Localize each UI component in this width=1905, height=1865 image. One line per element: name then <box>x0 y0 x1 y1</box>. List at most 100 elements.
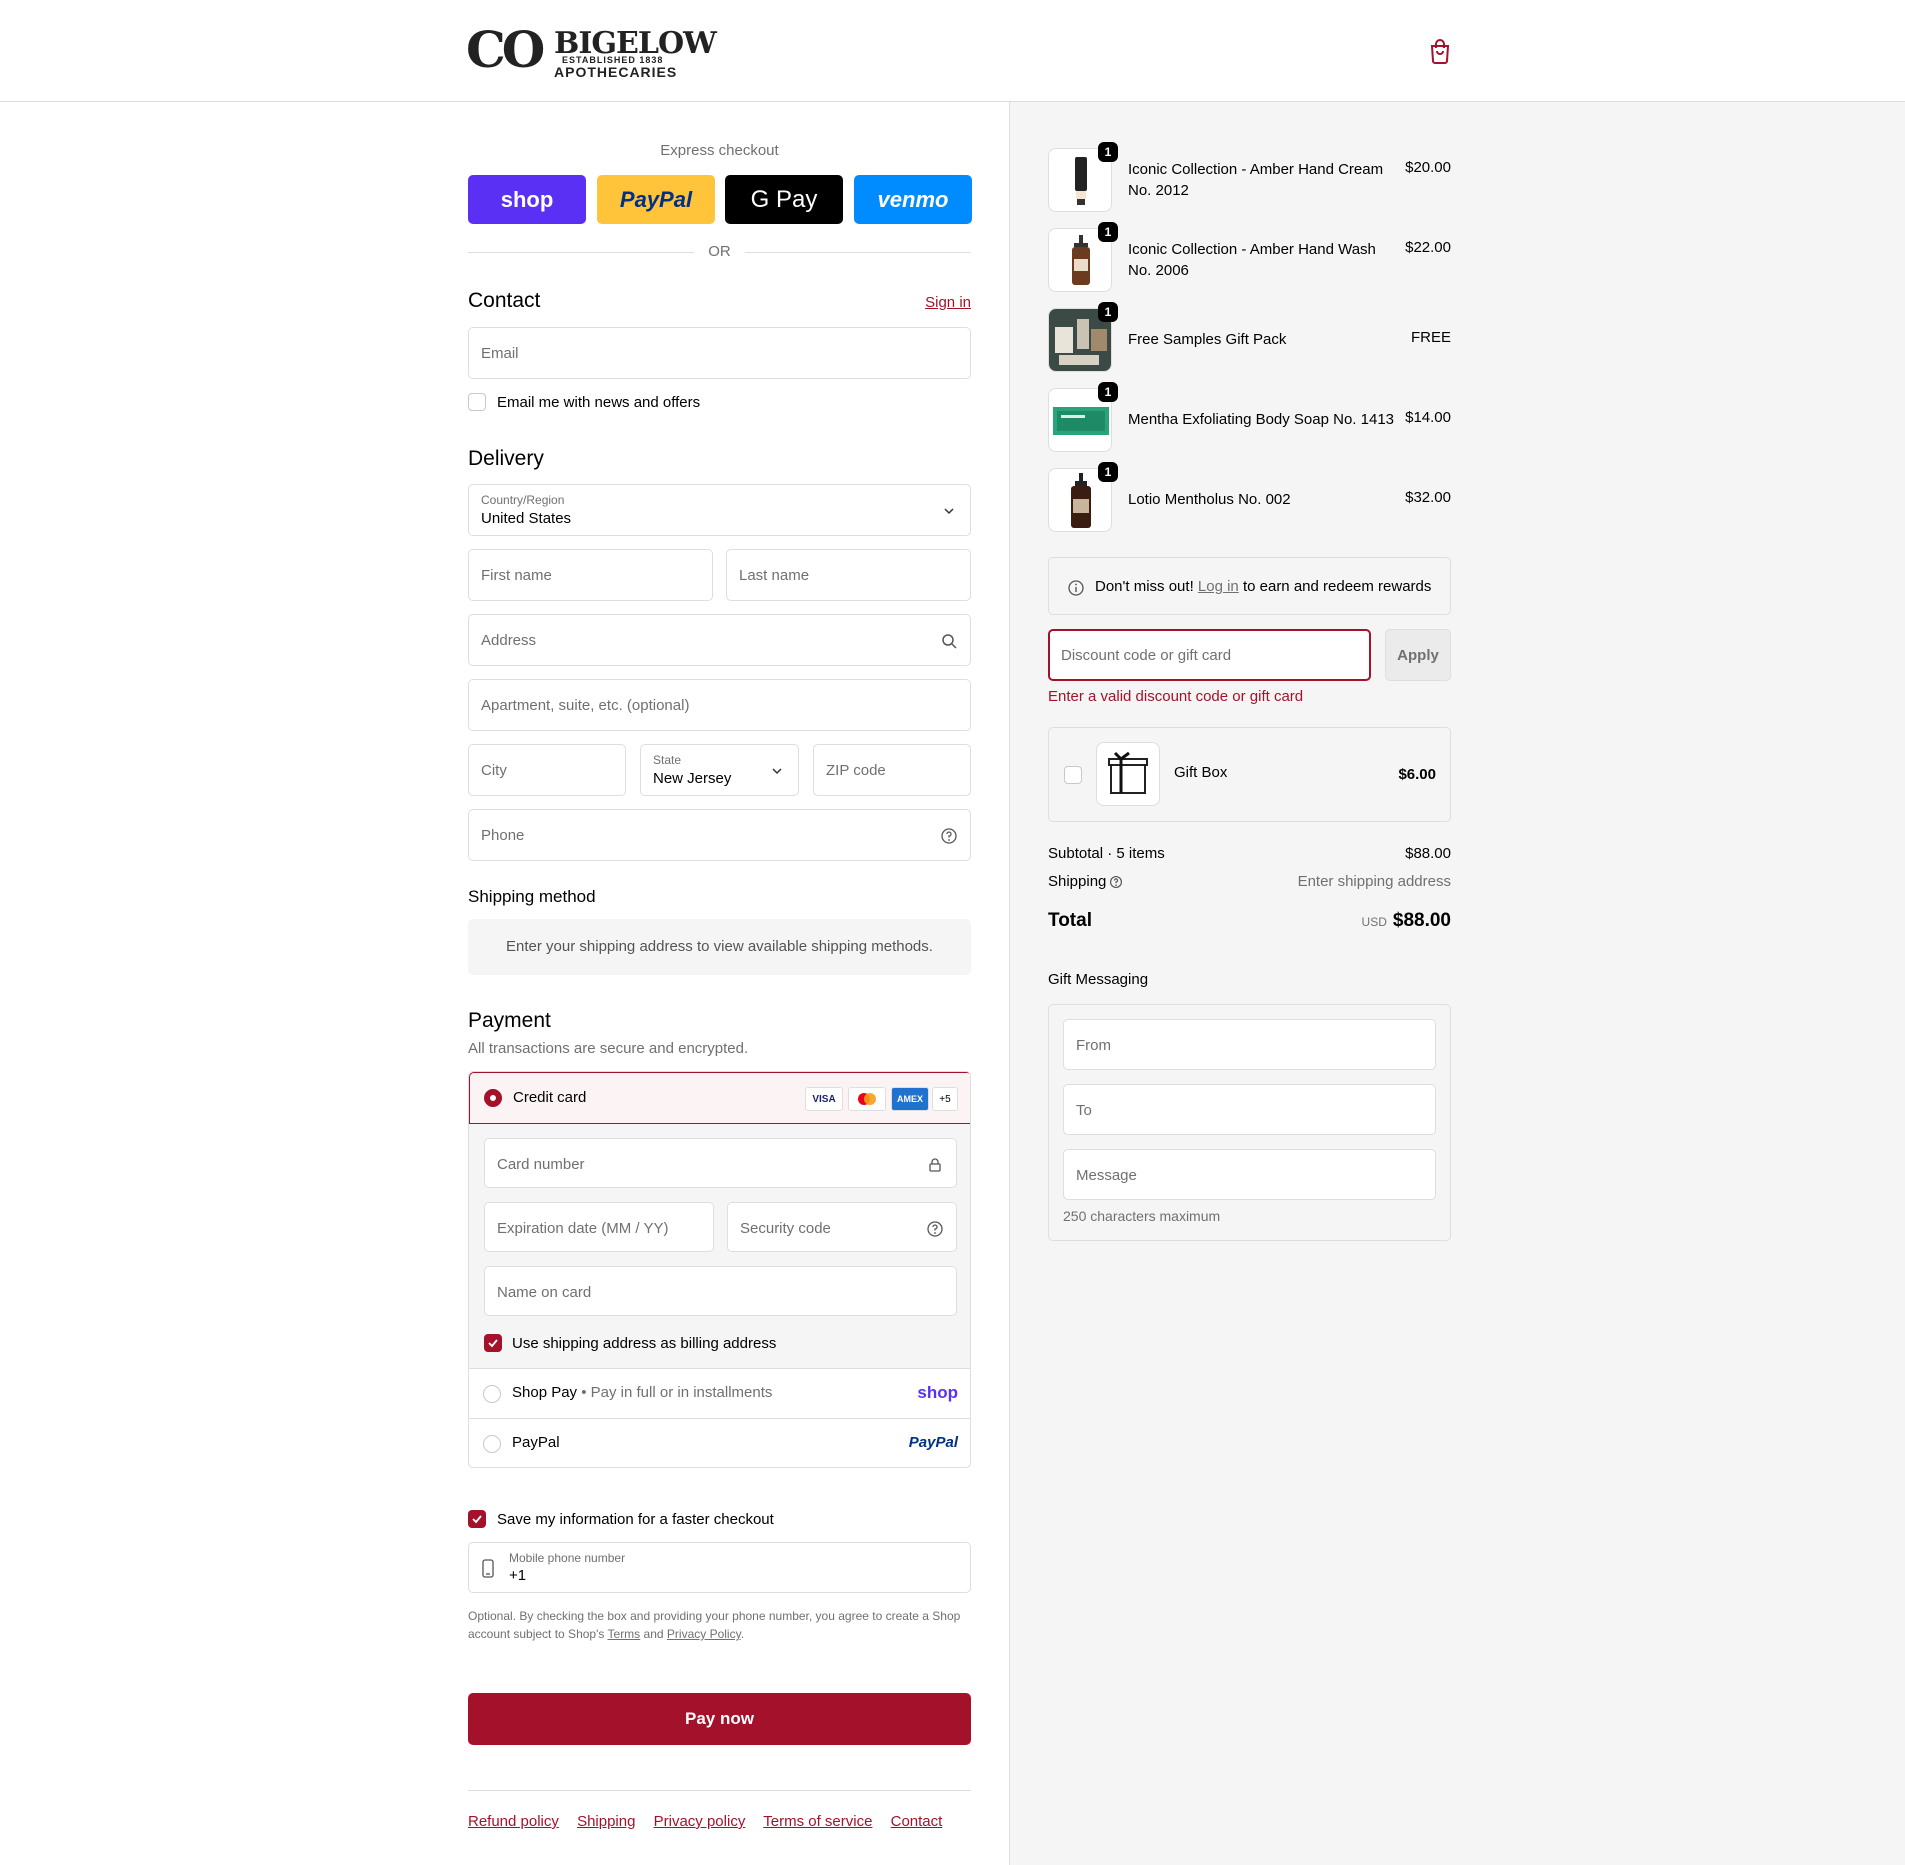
paypal-option[interactable]: PayPal PayPal <box>469 1419 970 1467</box>
discount-code-field[interactable]: Discount code or gift card <box>1048 629 1371 681</box>
cart-item: 1 Lotio Mentholus No. 002 $32.00 <box>1048 462 1451 532</box>
paypal-express-button[interactable]: PayPal <box>597 175 715 224</box>
amex-card-icon: AMEX <box>891 1087 929 1111</box>
total-value: $88.00 <box>1392 910 1451 931</box>
shop-pay-radio[interactable] <box>483 1385 501 1403</box>
gift-box-thumbnail <box>1096 742 1160 806</box>
mobile-phone-value: +1 <box>509 1567 527 1584</box>
shop-pay-text: Shop Pay • Pay in full or in installment… <box>512 1384 772 1401</box>
google-pay-express-button[interactable]: G Pay <box>725 175 843 224</box>
info-icon <box>1068 580 1084 596</box>
shop-pay-option[interactable]: Shop Pay • Pay in full or in installment… <box>469 1369 970 1419</box>
shipping-policy-link[interactable]: Shipping <box>577 1813 635 1830</box>
news-offers-checkbox[interactable] <box>468 393 486 411</box>
legal-period: . <box>740 1627 745 1641</box>
address-placeholder: Address <box>481 632 537 649</box>
expiration-placeholder: Expiration date (MM / YY) <box>497 1220 669 1237</box>
quantity-badge: 1 <box>1098 462 1118 482</box>
credit-card-radio[interactable] <box>484 1089 502 1107</box>
total-label: Total <box>1048 910 1092 931</box>
brand-logo[interactable]: CO BIGELOW ESTABLISHED 1838 APOTHECARIES <box>466 18 717 84</box>
terms-link[interactable]: Terms <box>608 1627 641 1641</box>
last-name-placeholder: Last name <box>739 567 810 584</box>
contact-title: Contact <box>468 289 541 312</box>
zip-field[interactable]: ZIP code <box>813 744 971 796</box>
logo-subtitle: APOTHECARIES <box>554 64 678 80</box>
item-name: Iconic Collection - Amber Hand Wash No. … <box>1128 241 1376 279</box>
mobile-phone-label: Mobile phone number <box>509 1551 626 1565</box>
contact-link[interactable]: Contact <box>891 1813 943 1830</box>
checkmark-icon <box>472 1515 482 1524</box>
security-code-field[interactable]: Security code <box>727 1202 957 1252</box>
search-icon <box>942 634 957 649</box>
save-info-label: Save my information for a faster checkou… <box>497 1511 774 1528</box>
state-select[interactable]: State New Jersey <box>640 744 799 796</box>
pay-now-button[interactable]: Pay now <box>468 1693 971 1745</box>
paypal-radio[interactable] <box>483 1435 501 1453</box>
total-row: Total USD $88.00 <box>1048 910 1451 936</box>
total-amount: USD $88.00 <box>1362 910 1451 932</box>
help-circle-icon[interactable] <box>940 827 958 845</box>
discount-placeholder: Discount code or gift card <box>1061 647 1232 664</box>
terms-of-service-link[interactable]: Terms of service <box>763 1813 872 1830</box>
venmo-express-button[interactable]: venmo <box>854 175 972 224</box>
shop-pay-express-button[interactable]: shop <box>468 175 586 224</box>
first-name-field[interactable]: First name <box>468 549 713 601</box>
gift-messaging-panel: From To Message 250 characters maximum <box>1048 1004 1451 1241</box>
save-info-legal: Optional. By checking the box and provid… <box>468 1607 971 1643</box>
help-circle-icon[interactable] <box>926 1220 944 1238</box>
rewards-login-link[interactable]: Log in <box>1198 578 1239 595</box>
save-info-checkbox[interactable] <box>468 1510 486 1528</box>
zip-placeholder: ZIP code <box>826 762 886 779</box>
phone-field[interactable]: Phone <box>468 809 971 861</box>
city-field[interactable]: City <box>468 744 626 796</box>
shop-pay-separator: • <box>581 1384 587 1401</box>
gift-box-checkbox[interactable] <box>1064 766 1082 784</box>
subtotal-value: $88.00 <box>1405 845 1451 862</box>
apartment-placeholder: Apartment, suite, etc. (optional) <box>481 697 690 714</box>
apartment-field[interactable]: Apartment, suite, etc. (optional) <box>468 679 971 731</box>
gift-message-placeholder: Message <box>1076 1167 1137 1184</box>
billing-same-checkbox[interactable] <box>484 1334 502 1352</box>
name-on-card-field[interactable]: Name on card <box>484 1266 957 1316</box>
legal-account-text: account subject to Shop's <box>468 1627 605 1641</box>
footer-divider <box>468 1790 971 1791</box>
apply-discount-button[interactable]: Apply <box>1385 629 1451 681</box>
credit-card-label: Credit card <box>513 1089 587 1106</box>
cart-item: 1 Free Samples Gift Pack FREE <box>1048 302 1451 372</box>
shop-pay-logo: shop <box>917 1383 958 1402</box>
shopping-bag-icon[interactable] <box>1428 38 1452 64</box>
refund-policy-link[interactable]: Refund policy <box>468 1813 559 1830</box>
shipping-row: Shipping Enter shipping address <box>1048 873 1451 890</box>
credit-card-form: Card number Expiration date (MM / YY) Se… <box>469 1124 970 1369</box>
shipping-method-placeholder: Enter your shipping address to view avai… <box>468 919 971 975</box>
payment-methods: Credit card VISA AMEX +5 Card number Exp… <box>468 1071 971 1468</box>
gift-to-field[interactable]: To <box>1063 1084 1436 1135</box>
credit-card-option[interactable]: Credit card VISA AMEX +5 <box>469 1072 970 1124</box>
lock-icon <box>929 1158 941 1172</box>
subtotal-label: Subtotal · 5 items <box>1048 845 1165 862</box>
expiration-field[interactable]: Expiration date (MM / YY) <box>484 1202 714 1252</box>
news-offers-label: Email me with news and offers <box>497 394 701 411</box>
email-field[interactable]: Email <box>468 327 971 379</box>
mobile-phone-field[interactable]: Mobile phone number +1 <box>468 1542 971 1593</box>
item-price: $14.00 <box>1405 409 1451 426</box>
subtotal-row: Subtotal · 5 items $88.00 <box>1048 845 1451 862</box>
last-name-field[interactable]: Last name <box>726 549 971 601</box>
city-placeholder: City <box>481 762 507 779</box>
gift-message-field[interactable]: Message <box>1063 1149 1436 1200</box>
rewards-prefix: Don't miss out! <box>1095 578 1194 595</box>
privacy-policy-footer-link[interactable]: Privacy policy <box>654 1813 746 1830</box>
billing-same-label: Use shipping address as billing address <box>512 1335 777 1352</box>
gift-from-field[interactable]: From <box>1063 1019 1436 1070</box>
help-circle-icon[interactable] <box>1109 875 1123 889</box>
shipping-method-title: Shipping method <box>468 887 596 906</box>
divider-line <box>745 252 971 253</box>
address-field[interactable]: Address <box>468 614 971 666</box>
card-number-field[interactable]: Card number <box>484 1138 957 1188</box>
shipping-value: Enter shipping address <box>1297 873 1451 890</box>
sign-in-link[interactable]: Sign in <box>925 294 971 311</box>
privacy-policy-link[interactable]: Privacy Policy <box>667 1627 741 1641</box>
country-select[interactable]: Country/Region United States <box>468 484 971 536</box>
card-number-placeholder: Card number <box>497 1156 585 1173</box>
